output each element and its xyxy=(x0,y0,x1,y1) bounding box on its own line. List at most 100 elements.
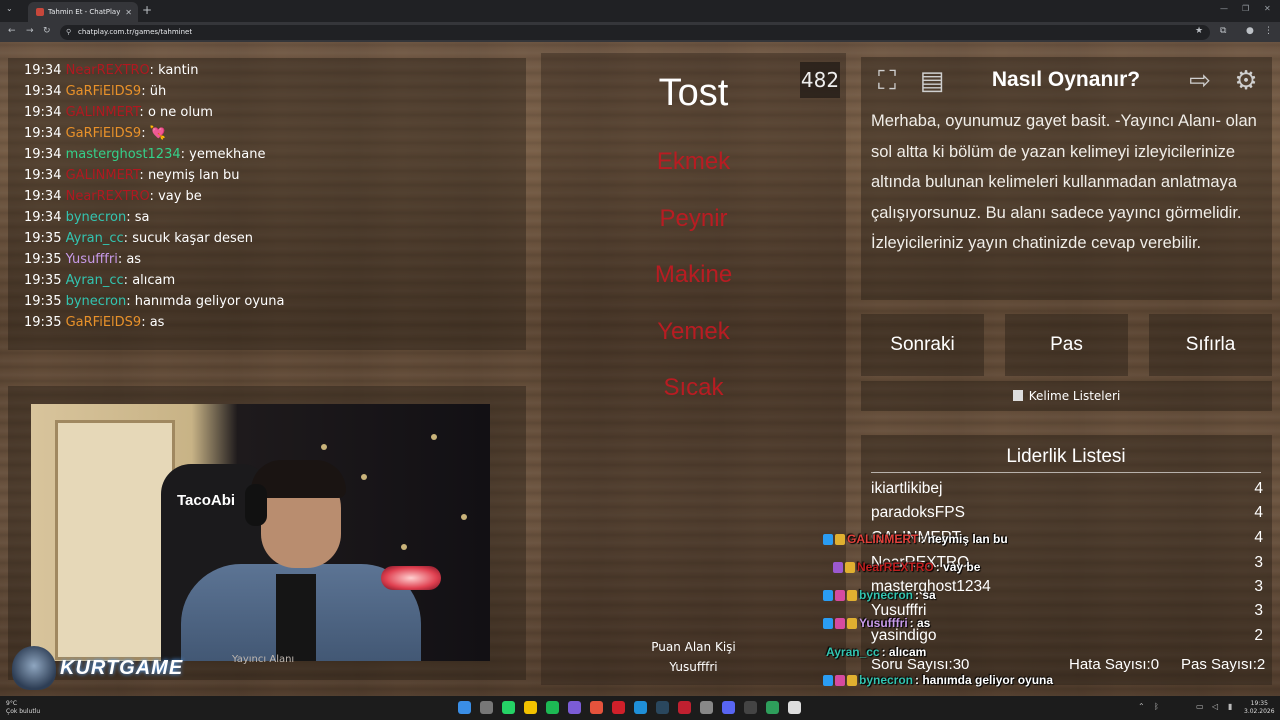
tab-search-icon[interactable]: ⌄ xyxy=(6,4,13,13)
chat-message: 19:35 Ayran_cc: sucuk kaşar desen xyxy=(24,230,253,248)
chat-username[interactable]: GaRFiElDS9 xyxy=(66,315,142,330)
reload-icon[interactable]: ↻ xyxy=(43,26,51,36)
next-button[interactable]: Sonraki xyxy=(861,314,984,376)
chat-username[interactable]: NearREXTRO xyxy=(66,63,150,78)
chat-message: 19:34 NearREXTRO: kantin xyxy=(24,62,199,80)
forward-icon[interactable]: → xyxy=(26,26,34,36)
chat-text: o ne olum xyxy=(147,105,213,120)
streamer xyxy=(181,460,421,661)
overlay-text: : alıcam xyxy=(881,645,927,659)
extensions-icon[interactable]: ⧉ xyxy=(1220,26,1226,36)
chat-text: hanımda geliyor oyuna xyxy=(134,294,285,309)
forbidden-word: Makine xyxy=(654,261,733,288)
chat-message: 19:35 GaRFiElDS9: as xyxy=(24,314,164,332)
app-icon[interactable] xyxy=(700,701,713,714)
prime-badge-icon xyxy=(823,674,833,686)
new-tab-icon[interactable]: + xyxy=(142,3,152,17)
chat-message: 19:34 GALINMERT: neymiş lan bu xyxy=(24,167,240,185)
word-lists-button[interactable]: Kelime Listeleri xyxy=(861,381,1272,411)
chat-username[interactable]: bynecron xyxy=(66,294,127,309)
chat-username[interactable]: NearREXTRO xyxy=(66,189,150,204)
overlay-username: bynecron xyxy=(859,673,914,687)
site-info-icon[interactable]: ⚲ xyxy=(66,25,71,40)
chat-separator: : xyxy=(126,210,135,225)
leader-score: 2 xyxy=(1254,627,1263,644)
clock-time: 19:35 xyxy=(1250,700,1268,707)
notes-icon[interactable]: ▤ xyxy=(914,63,950,99)
opera-icon[interactable] xyxy=(612,701,625,714)
profile-icon[interactable]: ● xyxy=(1246,26,1254,36)
clock[interactable]: 19:35 3.02.2026 xyxy=(1244,700,1275,716)
discord-icon[interactable] xyxy=(722,701,735,714)
close-tab-icon[interactable]: ✕ xyxy=(125,8,132,17)
bookmark-star-icon[interactable]: ★ xyxy=(1195,26,1203,36)
volume-icon[interactable]: ◁ xyxy=(1212,702,1218,711)
battery-icon[interactable]: ▮ xyxy=(1228,702,1232,711)
chat-username[interactable]: bynecron xyxy=(66,210,127,225)
task-view-icon[interactable] xyxy=(480,701,493,714)
app-icon[interactable] xyxy=(744,701,757,714)
leaderboard-title: Liderlik Listesi xyxy=(871,446,1261,473)
steam-icon[interactable] xyxy=(656,701,669,714)
weather-text: Çok bulutlu xyxy=(6,708,41,715)
settings-gear-icon[interactable]: ⚙ xyxy=(1228,63,1264,99)
edge-icon[interactable] xyxy=(634,701,647,714)
url-text: chatplay.com.tr/games/tahminet xyxy=(78,28,193,36)
vip-badge-icon xyxy=(835,674,845,686)
overlay-text: : hanımda geliyor oyuna xyxy=(915,673,1054,687)
reset-button[interactable]: Sıfırla xyxy=(1149,314,1272,376)
chat-separator: : xyxy=(139,105,148,120)
overlay-username: bynecron xyxy=(859,588,914,602)
chat-text: 💘 xyxy=(149,126,166,141)
start-icon[interactable] xyxy=(458,701,471,714)
leaderboard-row: paradoksFPS 4 xyxy=(871,504,1263,528)
weather-widget[interactable]: 9°C Çok bulutlu xyxy=(6,700,40,716)
address-bar[interactable]: ⚲ chatplay.com.tr/games/tahminet xyxy=(60,25,1210,40)
whatsapp-icon[interactable] xyxy=(502,701,515,714)
bluetooth-icon[interactable]: ᛒ xyxy=(1154,702,1159,711)
channel-logo: KURTGAME xyxy=(12,644,183,692)
browser-tab[interactable]: Tahmin Et - ChatPlay ✕ xyxy=(28,2,138,22)
chat-username[interactable]: Ayran_cc xyxy=(66,231,124,246)
browser-toolbar: ← → ↻ ⚲ chatplay.com.tr/games/tahminet ★… xyxy=(0,22,1280,42)
chat-username[interactable]: masterghost1234 xyxy=(66,147,181,162)
chrome-icon[interactable] xyxy=(590,701,603,714)
app-icon[interactable] xyxy=(788,701,801,714)
chat-time: 19:35 xyxy=(24,252,62,267)
overlay-chat-message: NearREXTRO: vay be xyxy=(833,559,980,575)
chat-username[interactable]: GALINMERT xyxy=(66,105,140,120)
forbidden-word: Ekmek xyxy=(656,148,731,175)
list-icon xyxy=(1012,390,1023,401)
pass-button[interactable]: Pas xyxy=(1005,314,1128,376)
chat-username[interactable]: Yusufffri xyxy=(66,252,118,267)
chat-time: 19:34 xyxy=(24,105,62,120)
file-explorer-icon[interactable] xyxy=(524,701,537,714)
chat-username[interactable]: GALINMERT xyxy=(66,168,140,183)
spotify-icon[interactable] xyxy=(546,701,559,714)
minimize-icon[interactable]: — xyxy=(1220,4,1228,13)
chat-separator: : xyxy=(149,189,159,204)
chat-username[interactable]: GaRFiElDS9 xyxy=(66,126,142,141)
logout-icon[interactable]: ⇨ xyxy=(1182,63,1218,99)
app-icon[interactable] xyxy=(678,701,691,714)
chat-separator: : xyxy=(180,147,190,162)
back-icon[interactable]: ← xyxy=(8,26,16,36)
wolf-logo-icon xyxy=(12,646,56,690)
chat-separator: : xyxy=(139,168,148,183)
chat-username[interactable]: GaRFiElDS9 xyxy=(66,84,142,99)
chat-username[interactable]: Ayran_cc xyxy=(66,273,124,288)
browser-menu-icon[interactable]: ⋮ xyxy=(1264,26,1273,36)
network-icon[interactable]: ▭ xyxy=(1196,702,1204,711)
app-icon[interactable] xyxy=(568,701,581,714)
sub-badge-icon xyxy=(847,589,857,601)
sub-badge-icon xyxy=(847,674,857,686)
chat-time: 19:34 xyxy=(24,189,62,204)
close-window-icon[interactable]: ✕ xyxy=(1264,4,1271,13)
app-icon[interactable] xyxy=(766,701,779,714)
tray-chevron-icon[interactable]: ⌃ xyxy=(1138,702,1145,711)
fullscreen-icon[interactable]: ⛶ xyxy=(869,63,905,99)
taskbar: 9°C Çok bulutlu ⌃ ᛒ ▭ ◁ ▮ 19:35 3.02.202… xyxy=(0,696,1280,720)
maximize-icon[interactable]: ❐ xyxy=(1242,4,1249,13)
forbidden-word: Sıcak xyxy=(663,374,724,401)
chat-text: kantin xyxy=(158,63,199,78)
